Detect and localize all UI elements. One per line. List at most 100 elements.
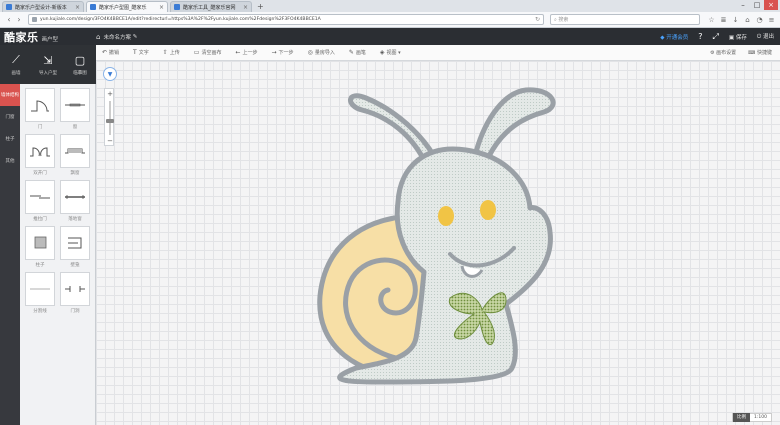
shortcut-icon: ⌨ — [748, 50, 757, 56]
prev-button[interactable]: ← 上一步 — [235, 49, 257, 56]
measure-button[interactable]: ◎ 量房导入 — [308, 49, 335, 56]
zoom-track[interactable] — [109, 101, 111, 135]
tab-close-icon[interactable]: × — [243, 4, 248, 11]
shortcut-button[interactable]: ⌨ 快捷键 — [748, 49, 772, 56]
app-header: 酷家乐 画户型 ⌂ 未命名方案 ✎ ◆ 开通会员 ? ⤢ ▣ 保存 ⏻ 退出 — [0, 28, 780, 45]
component-tile[interactable] — [60, 226, 90, 260]
upload-icon: ⇧ — [162, 49, 168, 56]
bookmark-star-icon[interactable]: ☆ — [707, 16, 716, 24]
next-icon: → — [271, 49, 277, 56]
component-divider[interactable]: 分割线 — [25, 272, 55, 316]
home-icon[interactable]: ⌂ — [96, 33, 100, 41]
back-icon[interactable]: ‹ — [4, 15, 14, 24]
exit-button[interactable]: ⏻ 退出 — [757, 32, 774, 41]
browser-tab-1[interactable]: 酷家乐户型设计-新版本 × — [2, 1, 84, 12]
import-button[interactable]: ⇲ 导入户型 — [32, 45, 64, 84]
clear-button[interactable]: ▭ 清空画布 — [194, 49, 222, 56]
minimize-icon[interactable]: – — [736, 0, 750, 10]
pen-button[interactable]: ✎ 画笔 — [349, 49, 366, 56]
primary-tools: ⟋ 画墙 ⇲ 导入户型 ▢ 临摹图 — [0, 45, 96, 84]
next-button[interactable]: → 下一步 — [272, 49, 294, 56]
component-tile[interactable] — [60, 134, 90, 168]
text-label: 文字 — [138, 50, 149, 56]
component-tile[interactable] — [25, 88, 55, 122]
component-label: 门洞 — [70, 309, 80, 314]
component-tile[interactable] — [25, 226, 55, 260]
search-placeholder: 搜索 — [558, 17, 569, 23]
component-french-window[interactable]: 落地窗 — [60, 180, 90, 224]
component-label: 柱子 — [35, 263, 45, 268]
draw-wall-button[interactable]: ⟋ 画墙 — [0, 45, 32, 84]
double-door-icon — [30, 147, 50, 157]
download-icon[interactable]: ↓ — [731, 16, 740, 24]
url-field[interactable]: yun.kujiale.com/design/3FO4K4BBCE1A/edit… — [28, 14, 544, 25]
zoom-in-icon[interactable]: + — [105, 90, 115, 98]
clear-icon: ▭ — [193, 49, 200, 56]
browser-tab-2[interactable]: 酷家乐户型图_酷家乐 × — [86, 1, 168, 12]
save-button[interactable]: ▣ 保存 — [729, 33, 747, 41]
text-button[interactable]: T 文字 — [133, 49, 149, 56]
forward-icon[interactable]: › — [14, 15, 24, 24]
french-window-icon — [65, 195, 85, 199]
exit-label: 退出 — [762, 34, 774, 40]
doc-title-area[interactable]: ⌂ 未命名方案 ✎ — [96, 33, 137, 41]
extension-icon[interactable]: ◔ — [755, 16, 764, 24]
new-tab-button[interactable]: + — [257, 1, 264, 12]
single-door-icon — [31, 100, 49, 112]
snail-drawing[interactable] — [316, 86, 556, 386]
pillar-icon — [34, 236, 47, 249]
component-window[interactable]: 窗 — [60, 88, 90, 132]
vip-button[interactable]: ◆ 开通会员 — [660, 33, 688, 41]
view-label: 视图 — [386, 50, 397, 56]
edit-title-icon[interactable]: ✎ — [131, 34, 138, 40]
reload-icon[interactable]: ↻ — [535, 16, 540, 23]
category-tab[interactable]: 柱子 — [0, 128, 20, 150]
reading-list-icon[interactable]: ≣ — [719, 16, 728, 24]
pen-label: 画笔 — [355, 50, 366, 56]
home-icon[interactable]: ⌂ — [743, 16, 752, 24]
scale-indicator[interactable]: 比例 1:100 — [732, 413, 772, 422]
component-tile[interactable] — [60, 180, 90, 214]
logo-text: 酷家乐 — [4, 30, 39, 44]
component-pillar[interactable]: 柱子 — [25, 226, 55, 270]
category-tab[interactable]: 墙体结构 — [0, 84, 20, 106]
component-door-opening[interactable]: 门洞 — [60, 272, 90, 316]
browser-search-input[interactable]: ⌕ 搜索 — [550, 14, 700, 25]
category-tab[interactable]: 其他 — [0, 150, 20, 172]
upload-button[interactable]: ⇧ 上传 — [163, 49, 180, 56]
component-label: 门 — [37, 125, 43, 130]
copy-button[interactable]: ▢ 临摹图 — [64, 45, 96, 84]
browser-tab-3[interactable]: 酷家乐工具_酷家乐官网 × — [170, 1, 252, 12]
component-tile[interactable] — [25, 180, 55, 214]
component-double-door[interactable]: 双开门 — [25, 134, 55, 178]
compass-icon[interactable]: ▼ — [103, 67, 117, 81]
next-label: 下一步 — [278, 50, 294, 56]
zoom-out-icon[interactable]: − — [105, 137, 115, 145]
undo-button[interactable]: ↶ 撤销 — [102, 49, 119, 56]
category-tab[interactable]: 门窗 — [0, 106, 20, 128]
app-logo: 酷家乐 画户型 — [0, 29, 96, 45]
component-sliding-door[interactable]: 推拉门 — [25, 180, 55, 224]
fullscreen-icon[interactable]: ⤢ — [713, 32, 719, 42]
component-tile[interactable] — [25, 272, 55, 306]
component-label: 落地窗 — [68, 217, 82, 222]
tab-close-icon[interactable]: × — [159, 4, 164, 11]
component-tile[interactable] — [25, 134, 55, 168]
import-icon: ⇲ — [43, 53, 53, 67]
component-tile[interactable] — [60, 272, 90, 306]
menu-icon[interactable]: ≡ — [767, 16, 776, 24]
doc-title[interactable]: 未命名方案 — [103, 33, 131, 41]
component-label: 分割线 — [33, 309, 47, 314]
component-bay-window[interactable]: 飘窗 — [60, 134, 90, 178]
component-niche[interactable]: 壁龛 — [60, 226, 90, 270]
component-door[interactable]: 门 — [25, 88, 55, 132]
zoom-slider-handle[interactable] — [106, 119, 114, 123]
close-window-icon[interactable]: × — [764, 0, 778, 10]
canvas-settings-button[interactable]: ⚙ 画布设置 — [710, 49, 736, 56]
edit-toolbar: ↶ 撤销 T 文字 ⇧ 上传 ▭ 清空画布 ← 上一步 → 下一步 ◎ 量房导入 ✎ 画笔 ◈ 视… — [96, 45, 780, 61]
maximize-icon[interactable]: □ — [750, 0, 764, 10]
help-icon[interactable]: ? — [698, 32, 702, 41]
view-button[interactable]: ◈ 视图 ▾ — [380, 49, 401, 56]
tab-close-icon[interactable]: × — [75, 4, 80, 11]
component-tile[interactable] — [60, 88, 90, 122]
